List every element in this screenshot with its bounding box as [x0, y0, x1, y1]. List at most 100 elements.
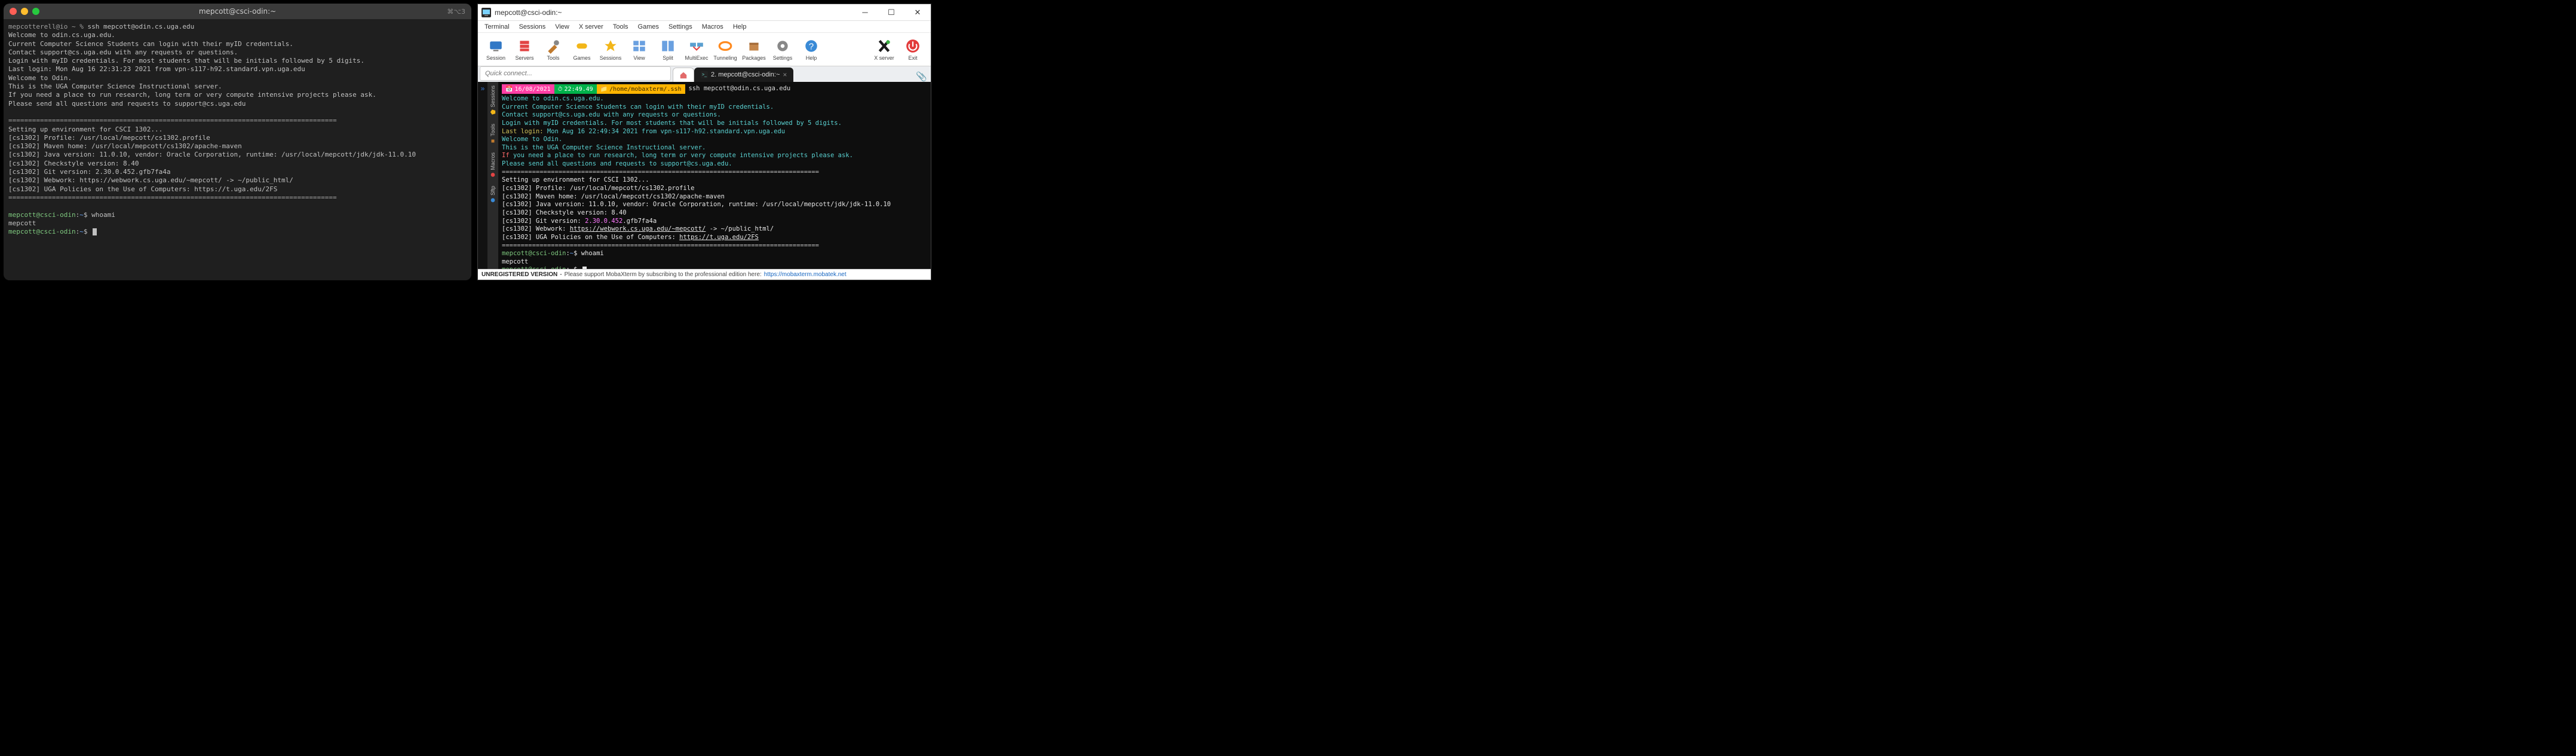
toolbar-sessions[interactable]: Sessions: [596, 38, 625, 61]
menu-terminal[interactable]: Terminal: [480, 22, 514, 32]
rule-line: ========================================…: [502, 169, 819, 176]
side-macros[interactable]: Macros: [490, 152, 496, 178]
tab-close-icon[interactable]: ×: [783, 71, 787, 79]
rule-line: ========================================…: [502, 242, 819, 249]
side-tools[interactable]: Tools: [490, 124, 496, 144]
motd-line: Current Computer Science Students can lo…: [502, 103, 774, 111]
if-word: If: [502, 152, 510, 159]
rule-line: ========================================…: [8, 117, 337, 124]
last-login: Mon Aug 16 22:49:34 2021 from vpn-s117-h…: [544, 128, 786, 135]
terminal-output[interactable]: mepcotterell@io ~ % ssh mepcott@odin.cs.…: [4, 19, 471, 280]
menu-sessions[interactable]: Sessions: [515, 22, 550, 32]
motd-line: Please send all questions and requests t…: [502, 160, 732, 167]
toolbar-tools[interactable]: Tools: [539, 38, 568, 61]
toolbar-packages[interactable]: Packages: [740, 38, 768, 61]
motd-line: This is the UGA Computer Science Instruc…: [502, 144, 706, 151]
remote-prompt-user: mepcott@csci-odin: [8, 228, 76, 235]
toolbar-games[interactable]: Games: [568, 38, 596, 61]
status-date: 📅16/08/2021: [502, 84, 554, 94]
env-line: [cs1302] Maven home: /usr/local/mepcott/…: [8, 142, 242, 150]
status-path: 📁/home/mobaxterm/.ssh: [597, 84, 685, 94]
env-line: [cs1302] Git version: 2.30.0.452.gfb7fa4…: [8, 168, 171, 176]
mac-terminal-window: mepcott@csci-odin:~ ⌘⌥3 mepcotterell@io …: [4, 4, 471, 280]
side-sftp[interactable]: Sftp: [490, 186, 496, 203]
toolbar-help[interactable]: ?Help: [797, 38, 826, 61]
maximize-button[interactable]: ☐: [878, 4, 904, 21]
cursor: [93, 228, 97, 235]
remote-prompt-user: mepcott@csci-odin: [502, 250, 566, 257]
statusbar: UNREGISTERED VERSION - Please support Mo…: [478, 269, 931, 280]
toolbar-settings[interactable]: Settings: [768, 38, 797, 61]
menu-macros[interactable]: Macros: [698, 22, 728, 32]
env-line: [cs1302] Webwork: https://webwork.cs.uga…: [8, 176, 293, 184]
side-sessions[interactable]: Sessions: [490, 85, 496, 115]
motd-line: Login with myID credentials. For most st…: [8, 57, 364, 65]
menu-settings[interactable]: Settings: [664, 22, 697, 32]
motd-line: Welcome to Odin.: [8, 74, 72, 82]
status-time: ⏱22:49.49: [554, 84, 597, 94]
env-git-pre: [cs1302] Git version:: [502, 218, 585, 225]
terminal-icon: >_: [701, 71, 708, 78]
toolbar-session[interactable]: Session: [482, 38, 510, 61]
home-icon: [679, 71, 688, 79]
menu-view[interactable]: View: [551, 22, 574, 32]
motd-line: Login with myID credentials. For most st…: [502, 120, 842, 127]
toolbar-tunneling[interactable]: Tunneling: [711, 38, 740, 61]
toolbar-exit[interactable]: Exit: [898, 38, 927, 61]
env-git-ver: 2.30.0.452: [585, 218, 622, 225]
close-button[interactable]: ✕: [904, 4, 931, 21]
session-tab[interactable]: >_ 2. mepcott@csci-odin:~ ×: [694, 68, 793, 82]
whoami-cmd: whoami: [91, 211, 115, 219]
env-setup-heading: Setting up environment for CSCI 1302...: [502, 176, 649, 183]
sidebar-tabs: Sessions Tools Macros Sftp: [487, 82, 498, 269]
terminal-output[interactable]: 📅16/08/2021⏱22:49.49📁/home/mobaxterm/.ss…: [498, 82, 931, 269]
env-line: [cs1302] Checkstyle version: 8.40: [8, 160, 139, 167]
app-icon: [482, 8, 491, 17]
paperclip-icon[interactable]: 📎: [916, 71, 927, 82]
mac-titlebar: mepcott@csci-odin:~ ⌘⌥3: [4, 4, 471, 19]
env-line: [cs1302] Checkstyle version: 8.40: [502, 209, 627, 216]
motd-line: Contact support@cs.uga.edu with any requ…: [8, 48, 238, 56]
window-title: mepcott@csci-odin:~: [495, 8, 562, 17]
mobaxterm-link[interactable]: https://mobaxterm.mobatek.net: [764, 271, 847, 278]
env-git-post: .gfb7fa4a: [622, 218, 657, 225]
status-line: 📅16/08/2021⏱22:49.49📁/home/mobaxterm/.ss…: [502, 84, 927, 94]
toolbar-xserver[interactable]: X server: [870, 38, 898, 61]
quick-connect-input[interactable]: [480, 66, 671, 81]
motd-line: Welcome to odin.cs.uga.edu.: [502, 95, 604, 102]
remote-prompt-path: ~: [79, 228, 84, 235]
last-login-label: Last login:: [502, 128, 544, 135]
remote-prompt-user: mepcott@csci-odin: [8, 211, 76, 219]
svg-text:?: ?: [809, 41, 814, 51]
remote-prompt-path: ~: [570, 250, 574, 257]
toolbar-split[interactable]: Split: [654, 38, 682, 61]
menu-tools[interactable]: Tools: [609, 22, 633, 32]
sidebar-expand[interactable]: »: [478, 82, 487, 269]
minimize-button[interactable]: ─: [852, 4, 878, 21]
env-line: [cs1302] Profile: /usr/local/mepcott/cs1…: [8, 134, 210, 142]
whoami-output: mepcott: [502, 258, 528, 265]
mobaxterm-window: mepcott@csci-odin:~ ─ ☐ ✕ Terminal Sessi…: [477, 4, 931, 280]
motd-line: This is the UGA Computer Science Instruc…: [8, 82, 222, 90]
toolbar-servers[interactable]: Servers: [510, 38, 539, 61]
rule-line: ========================================…: [8, 194, 337, 201]
env-line: [cs1302] Maven home: /usr/local/mepcott/…: [502, 193, 725, 200]
motd-line: Contact support@cs.uga.edu with any requ…: [502, 111, 721, 118]
menu-games[interactable]: Games: [634, 22, 663, 32]
toolbar: Session Servers Tools Games Sessions Vie…: [478, 33, 931, 66]
env-setup-heading: Setting up environment for CSCI 1302...: [8, 126, 162, 133]
motd-line: Please send all questions and requests t…: [8, 100, 246, 108]
unregistered-label: UNREGISTERED VERSION: [482, 271, 557, 278]
env-webwork-pre: [cs1302] Webwork:: [502, 225, 570, 232]
toolbar-view[interactable]: View: [625, 38, 654, 61]
env-line: [cs1302] Java version: 11.0.10, vendor: …: [8, 151, 416, 158]
home-tab[interactable]: [673, 68, 694, 82]
quick-connect[interactable]: [480, 66, 671, 81]
motd-line: Welcome to odin.cs.uga.edu.: [8, 31, 115, 39]
menu-xserver[interactable]: X server: [575, 22, 608, 32]
menu-help[interactable]: Help: [729, 22, 751, 32]
win-titlebar: mepcott@csci-odin:~ ─ ☐ ✕: [478, 4, 931, 21]
toolbar-multiexec[interactable]: MultiExec: [682, 38, 711, 61]
env-policies-url: https://t.uga.edu/2FS: [679, 234, 759, 241]
client-area: » Sessions Tools Macros Sftp 📅16/08/2021…: [478, 82, 931, 269]
